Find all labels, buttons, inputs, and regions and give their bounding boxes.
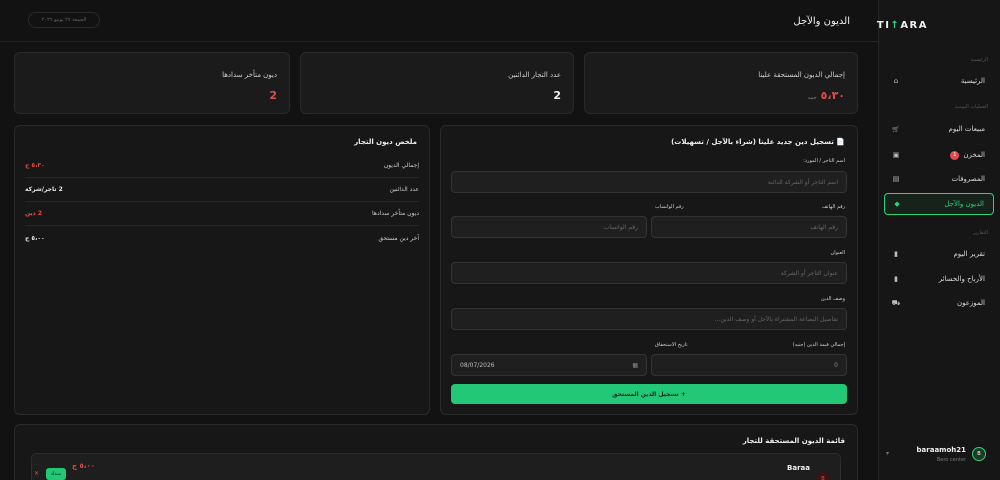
summary-row: آخر دين مستحق ٥،٠٠ ج <box>25 234 419 242</box>
box-icon: ▣ <box>892 151 900 159</box>
date-chip: الجمعة ٢٧ يونيو ٢٠٢٦ <box>28 12 100 28</box>
summary-row: إجمالي الديون ٥،٣٠ ج <box>25 154 419 178</box>
section-label-daily: العمليات اليومية <box>954 104 988 110</box>
new-debt-form: 📄 تسجيل دين جديد علينا (شراء بالآجل / تس… <box>440 125 858 415</box>
sidebar-item-debts[interactable]: الديون والآجل ◆ <box>884 193 994 215</box>
sidebar-item-home[interactable]: الرئيسية ⌂ <box>884 70 994 92</box>
summary-row: عدد الدائنين 2 تاجر/شركة <box>25 178 419 202</box>
form-title: 📄 تسجيل دين جديد علينا (شراء بالآجل / تس… <box>671 138 845 146</box>
stat-card-total-debts: إجمالي الديون المستحقة علينا ٥،٣٠جنيه <box>584 52 858 114</box>
sidebar-item-distributors[interactable]: الموزعون ⛟ <box>884 292 994 314</box>
list-item[interactable]: B Baraa ٥،٠٠ ج سداد ✕ <box>31 453 841 480</box>
sidebar-item-profit-loss[interactable]: الأرباح والخسائر ▮ <box>884 268 994 290</box>
page-title: الديون والآجل <box>793 16 850 27</box>
whatsapp-input[interactable]: رقم الواتساب <box>451 216 647 238</box>
description-textarea[interactable]: تفاصيل البضاعة المشتراة بالآجل أو وصف ال… <box>451 308 847 330</box>
trend-icon: ▮ <box>894 275 898 283</box>
debts-list-panel: قائمة الديون المستحقة للتجار B Baraa ٥،٠… <box>14 424 858 480</box>
sidebar-item-sales[interactable]: مبيعات اليوم 🛒 <box>884 118 994 140</box>
phone-input[interactable]: رقم الهاتف <box>651 216 847 238</box>
home-icon: ⌂ <box>893 77 899 85</box>
debt-avatar: B <box>816 472 830 480</box>
merchant-input[interactable]: اسم التاجر أو الشركة الدائنة <box>451 171 847 193</box>
debt-amount: ٥،٠٠ ج <box>72 462 95 470</box>
summary-title: ملخص ديون التجار <box>354 138 417 146</box>
due-date-input[interactable]: 08/07/2026 ▦ <box>451 354 647 376</box>
summary-row: ديون متأخر سدادها 2 دين <box>25 202 419 226</box>
sidebar-item-daily-report[interactable]: تقرير اليوم ▮ <box>884 243 994 265</box>
stat-card-overdue: ديون متأخر سدادها 2 <box>14 52 290 114</box>
address-input[interactable]: عنوان التاجر أو الشركة <box>451 262 847 284</box>
delete-icon[interactable]: ✕ <box>34 470 39 477</box>
calendar-icon[interactable]: ▦ <box>632 362 638 369</box>
sidebar: TI↑ARA الرئيسية الرئيسية ⌂ العمليات اليو… <box>877 0 1000 480</box>
debt-merchant-name: Baraa <box>787 464 810 472</box>
submit-debt-button[interactable]: + تسجيل الدين المستحق <box>451 384 847 404</box>
section-label-reports: التقارير <box>972 230 988 236</box>
sidebar-item-inventory[interactable]: المخزن 1 ▣ <box>884 144 994 166</box>
debts-list-title: قائمة الديون المستحقة للتجار <box>742 437 845 445</box>
user-profile[interactable]: B baraamoh21 Bero center ▾ <box>886 442 986 466</box>
pay-button[interactable]: سداد <box>46 468 66 480</box>
avatar: B <box>972 447 986 461</box>
user-name: baraamoh21 <box>916 445 966 454</box>
chevron-down-icon[interactable]: ▾ <box>886 450 889 457</box>
app-logo[interactable]: TI↑ARA <box>877 20 928 31</box>
section-label-main: الرئيسية <box>970 57 988 63</box>
sidebar-item-expenses[interactable]: المصروفات ▤ <box>884 168 994 190</box>
diamond-icon: ◆ <box>894 200 900 208</box>
page-header: الديون والآجل الجمعة ٢٧ يونيو ٢٠٢٦ <box>0 0 878 42</box>
cart-icon: 🛒 <box>892 125 900 133</box>
truck-icon: ⛟ <box>891 298 901 307</box>
stat-card-creditors: عدد التجار الدائنين 2 <box>300 52 574 114</box>
receipt-icon: ▤ <box>892 175 900 183</box>
amount-input[interactable]: 0 <box>651 354 847 376</box>
user-role: Bero center <box>936 456 966 463</box>
debts-summary-panel: ملخص ديون التجار إجمالي الديون ٥،٣٠ ج عد… <box>14 125 430 415</box>
inventory-badge: 1 <box>950 150 960 160</box>
bar-chart-icon: ▮ <box>894 250 898 258</box>
